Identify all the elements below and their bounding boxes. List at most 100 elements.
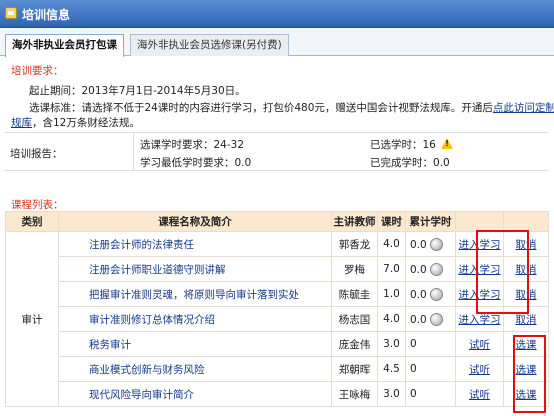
teacher: 郭香龙: [331, 231, 378, 257]
hours: 4.0: [377, 306, 406, 332]
selected-hours-text: 已选学时：16: [370, 139, 436, 151]
col-action-1: [455, 211, 504, 232]
select-course-link[interactable]: 选课: [516, 364, 537, 376]
window-title: 培训信息: [22, 8, 71, 22]
hours: 4.0: [377, 231, 406, 257]
teacher: 罗梅: [331, 256, 378, 282]
preview-link[interactable]: 试听: [469, 339, 490, 351]
training-report: 培训报告： 选课学时要求：24-32 学习最低学时要求：0.0 已选学时：16 …: [5, 132, 548, 171]
cumulative: 0: [405, 381, 456, 407]
course-table: 类别 课程名称及简介 主讲教师 课时 累计学时 审计 注册会计师的法律责任 郭香…: [5, 211, 549, 407]
hours: 4.5: [377, 356, 406, 382]
cumulative: 0.0: [410, 313, 427, 326]
custom-library-link[interactable]: 点此访问定制版法: [493, 102, 554, 114]
action-1-cell: 试听: [455, 331, 504, 357]
progress-circle-icon: [429, 237, 443, 251]
teacher: 陈毓圭: [331, 281, 378, 307]
cumulative: 0: [405, 331, 456, 357]
course-name[interactable]: 审计准则修订总体情况介绍: [58, 306, 332, 332]
action-1-cell: 进入学习: [455, 256, 504, 282]
teacher: 杨志国: [331, 306, 378, 332]
title-bar: 培训信息: [0, 0, 554, 28]
action-1-cell: 试听: [455, 381, 504, 407]
category-cell: 审计: [5, 231, 59, 407]
course-name[interactable]: 现代风险导向审计简介: [58, 381, 332, 407]
course-list-heading: 课程列表：: [11, 199, 64, 211]
min-hours-requirement: 学习最低学时要求：0.0: [140, 157, 252, 169]
warning-icon: [441, 138, 454, 149]
enter-study-link[interactable]: 进入学习: [459, 289, 501, 301]
course-name[interactable]: 注册会计师职业道德守则讲解: [58, 256, 332, 282]
enter-study-link[interactable]: 进入学习: [459, 314, 501, 326]
action-2-cell: 选课: [503, 331, 549, 357]
preview-link[interactable]: 试听: [469, 389, 490, 401]
cumulative: 0.0: [410, 263, 427, 276]
action-2-cell: 取消: [503, 281, 549, 307]
preview-link[interactable]: 试听: [469, 364, 490, 376]
library-line: 规库，含12万条财经法规。: [11, 115, 140, 130]
enter-study-link[interactable]: 进入学习: [459, 264, 501, 276]
cumulative-cell: 0.0: [405, 256, 456, 282]
col-course-name: 课程名称及简介: [58, 211, 332, 232]
library-link[interactable]: 规库: [11, 117, 32, 129]
requirements-heading: 培训要求：: [11, 65, 64, 77]
select-hours-requirement: 选课学时要求：24-32: [140, 139, 245, 151]
cancel-link[interactable]: 取消: [516, 289, 537, 301]
action-1-cell: 试听: [455, 356, 504, 382]
selection-standard: 选课标准：请选择不低于24课时的内容进行学习，打包价480元，赠送中国会计视野法…: [29, 100, 554, 115]
window-icon: [5, 7, 17, 19]
cancel-link[interactable]: 取消: [516, 314, 537, 326]
tab-elective-course[interactable]: 海外非执业会员选修课(另付费): [130, 34, 289, 56]
report-divider: [133, 133, 134, 171]
cumulative: 0: [405, 356, 456, 382]
course-name[interactable]: 把握审计准则灵魂，将原则导向审计落到实处: [58, 281, 332, 307]
completed-hours: 已完成学时：0.0: [370, 157, 450, 169]
enter-study-link[interactable]: 进入学习: [459, 239, 501, 251]
col-hours: 课时: [377, 211, 406, 232]
standard-text: 选课标准：请选择不低于24课时的内容进行学习，打包价480元，赠送中国会计视野法…: [29, 102, 493, 114]
col-teacher: 主讲教师: [331, 211, 378, 232]
progress-circle-icon: [429, 262, 443, 276]
cumulative: 0.0: [410, 288, 427, 301]
library-suffix: ，含12万条财经法规。: [32, 117, 140, 129]
table-row: 注册会计师职业道德守则讲解 罗梅 7.0 0.0 进入学习 取消: [6, 256, 549, 282]
table-row: 审计准则修订总体情况介绍 杨志国 4.0 0.0 进入学习 取消: [6, 306, 549, 332]
course-name[interactable]: 注册会计师的法律责任: [58, 231, 332, 257]
select-course-link[interactable]: 选课: [516, 389, 537, 401]
col-cumulative: 累计学时: [405, 211, 456, 232]
selected-hours: 已选学时：16: [370, 137, 454, 152]
period-text: 起止期间：2013年7月1日-2014年5月30日。: [29, 85, 246, 97]
table-row: 把握审计准则灵魂，将原则导向审计落到实处 陈毓圭 1.0 0.0 进入学习 取消: [6, 281, 549, 307]
hours: 3.0: [377, 331, 406, 357]
cumulative-cell: 0.0: [405, 231, 456, 257]
hours: 1.0: [377, 281, 406, 307]
tab-package-course[interactable]: 海外非执业会员打包课: [5, 34, 124, 57]
table-row: 税务审计 庞金伟 3.0 0 试听 选课: [6, 331, 549, 357]
teacher: 王咏梅: [331, 381, 378, 407]
action-2-cell: 选课: [503, 381, 549, 407]
cumulative-cell: 0.0: [405, 306, 456, 332]
tab-bar: 海外非执业会员打包课 海外非执业会员选修课(另付费): [0, 28, 554, 57]
table-header-row: 类别 课程名称及简介 主讲教师 课时 累计学时: [5, 211, 549, 232]
cancel-link[interactable]: 取消: [516, 239, 537, 251]
action-1-cell: 进入学习: [455, 231, 504, 257]
course-name[interactable]: 税务审计: [58, 331, 332, 357]
action-1-cell: 进入学习: [455, 306, 504, 332]
cancel-link[interactable]: 取消: [516, 264, 537, 276]
table-row: 现代风险导向审计简介 王咏梅 3.0 0 试听 选课: [6, 381, 549, 407]
table-row: 商业模式创新与财务风险 郑朝晖 4.5 0 试听 选课: [6, 356, 549, 382]
cumulative-cell: 0.0: [405, 281, 456, 307]
action-2-cell: 取消: [503, 256, 549, 282]
action-2-cell: 选课: [503, 356, 549, 382]
hours: 7.0: [377, 256, 406, 282]
table-row: 审计 注册会计师的法律责任 郭香龙 4.0 0.0 进入学习 取消: [5, 231, 549, 407]
cumulative: 0.0: [410, 238, 427, 251]
progress-circle-icon: [429, 312, 443, 326]
col-action-2: [503, 211, 549, 232]
col-category: 类别: [5, 211, 59, 232]
action-2-cell: 取消: [503, 306, 549, 332]
report-label: 培训报告：: [10, 148, 63, 160]
select-course-link[interactable]: 选课: [516, 339, 537, 351]
course-name[interactable]: 商业模式创新与财务风险: [58, 356, 332, 382]
teacher: 郑朝晖: [331, 356, 378, 382]
